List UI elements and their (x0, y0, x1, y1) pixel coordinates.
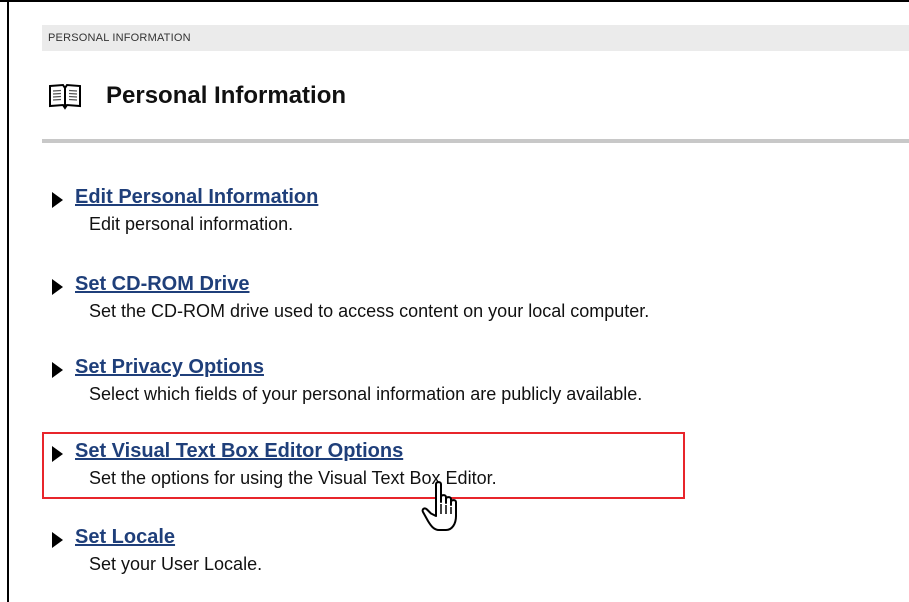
edit-personal-information-link[interactable]: Edit Personal Information (75, 186, 318, 209)
arrow-right-icon (52, 532, 63, 548)
page-title: Personal Information (106, 82, 347, 109)
item-description: Edit personal information. (89, 214, 294, 234)
arrow-right-icon (52, 362, 63, 378)
highlight-box (42, 432, 685, 499)
arrow-right-icon (52, 279, 63, 295)
set-cd-rom-drive-link[interactable]: Set CD-ROM Drive (75, 273, 249, 296)
breadcrumb: PERSONAL INFORMATION (42, 25, 909, 51)
window-left-border (7, 0, 9, 602)
arrow-right-icon (52, 192, 63, 208)
set-privacy-options-link[interactable]: Set Privacy Options (75, 356, 264, 379)
item-description: Select which fields of your personal inf… (89, 384, 643, 404)
set-locale-link[interactable]: Set Locale (75, 526, 175, 549)
window-top-border (0, 0, 909, 2)
item-description: Set your User Locale. (89, 554, 263, 574)
breadcrumb-text: PERSONAL INFORMATION (48, 32, 191, 44)
page-frame: PERSONAL INFORMATION Personal Informatio… (0, 0, 909, 602)
item-description: Set the CD-ROM drive used to access cont… (89, 301, 650, 321)
hand-pointer-icon (420, 480, 466, 536)
title-divider (42, 139, 909, 143)
book-icon (48, 82, 82, 110)
page-header: Personal Information (42, 76, 346, 116)
